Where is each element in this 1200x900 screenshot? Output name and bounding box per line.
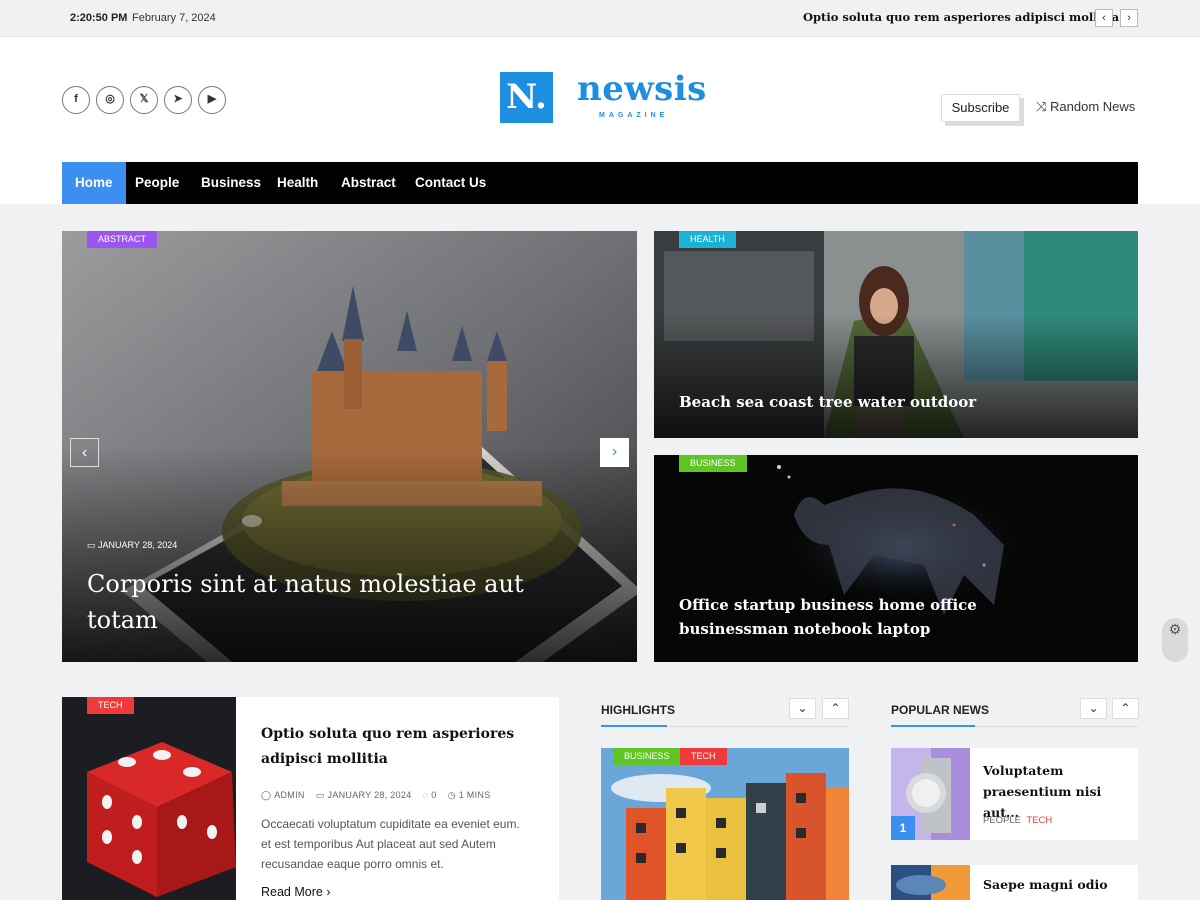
comment-icon: ◌ [422, 790, 429, 800]
youtube-icon[interactable]: ▶ [198, 86, 226, 114]
nav-item-health[interactable]: Health [277, 162, 318, 204]
popular-item[interactable]: Saepe magni odio [891, 865, 1138, 900]
calendar-icon: ▭ [315, 790, 325, 800]
chevron-right-icon: › [611, 443, 618, 460]
random-news-button[interactable]: ⤨ Random News [1036, 99, 1135, 115]
chevron-left-icon: ‹ [81, 444, 88, 461]
red-dice-image [62, 697, 236, 900]
random-news-label: Random News [1050, 99, 1136, 114]
main-nav: Home People Business Health Abstract Con… [62, 162, 1138, 204]
category-badge-health[interactable]: HEALTH [679, 231, 736, 248]
post-title[interactable]: Optio soluta quo rem asperiores adipisci… [261, 722, 531, 772]
popular-up-button[interactable]: ⌃ [1112, 698, 1139, 719]
popular-down-button[interactable]: ⌄ [1080, 698, 1107, 719]
category-badge-tech[interactable]: TECH [680, 748, 727, 765]
highlights-underline [601, 725, 667, 727]
post-date: JANUARY 28, 2024 [327, 790, 412, 800]
chevron-right-icon: › [1127, 12, 1131, 24]
read-time: 1 MINS [458, 790, 491, 800]
featured-main-card[interactable]: ABSTRACT ‹ › ▭ JANUARY 28, 2024 Corporis… [62, 231, 637, 662]
popular-item-tags: PEOPLE TECH [983, 815, 1052, 826]
featured-side-card-2[interactable]: BUSINESS Office startup business home of… [654, 455, 1138, 662]
popular-news-heading: POPULAR NEWS [891, 703, 990, 717]
gear-icon: ⚙ [1168, 621, 1182, 637]
colorful-buildings-image [601, 748, 849, 900]
category-badge-business[interactable]: BUSINESS [679, 455, 747, 472]
post-date: ▭ JANUARY 28, 2024 [87, 540, 178, 550]
chevron-right-icon: › [326, 885, 331, 899]
news-ticker[interactable]: Optio soluta quo rem asperiores adipisci… [803, 10, 1119, 24]
chevron-down-icon: ⌄ [797, 701, 808, 715]
instagram-icon[interactable]: ◎ [96, 86, 124, 114]
x-icon[interactable]: 𝕏 [130, 86, 158, 114]
chevron-up-icon: ⌃ [1120, 701, 1131, 715]
logo-tagline: MAGAZINE [599, 112, 669, 119]
featured-main-title[interactable]: Corporis sint at natus molestiae aut tot… [87, 566, 527, 638]
category-badge-abstract[interactable]: ABSTRACT [87, 231, 158, 248]
featured-side-title-2[interactable]: Office startup business home office busi… [679, 593, 1079, 641]
shuffle-icon: ⤨ [1036, 99, 1047, 114]
highlights-up-button[interactable]: ⌃ [822, 698, 849, 719]
nav-item-people[interactable]: People [135, 162, 179, 204]
highlight-card[interactable]: BUSINESS TECH [601, 748, 849, 900]
site-header: f ◎ 𝕏 ➤ ▶ N. newsis MAGAZINE Subscribe ⤨… [0, 37, 1200, 204]
telegram-icon[interactable]: ➤ [164, 86, 192, 114]
ticker-prev-button[interactable]: ‹ [1095, 9, 1113, 27]
subscribe-button[interactable]: Subscribe [941, 94, 1020, 122]
settings-toggle[interactable]: ⚙ [1162, 618, 1188, 662]
highlights-down-button[interactable]: ⌄ [789, 698, 816, 719]
featured-side-card-1[interactable]: HEALTH Beach sea coast tree water outdoo… [654, 231, 1138, 438]
highlights-heading: HIGHLIGHTS [601, 703, 675, 717]
popular-item[interactable]: 1 Voluptatem praesentium nisi aut... PEO… [891, 748, 1138, 840]
nav-item-business[interactable]: Business [201, 162, 261, 204]
comment-count[interactable]: 0 [431, 790, 436, 800]
post-card: TECH Optio soluta quo rem asperiores adi… [62, 697, 559, 900]
post-meta: ◯ ADMIN ▭ JANUARY 28, 2024 ◌ 0 ◷ 1 MINS [261, 790, 491, 801]
popular-item-title[interactable]: Voluptatem praesentium nisi aut... [983, 760, 1133, 823]
tag-tech[interactable]: TECH [1026, 815, 1052, 826]
facebook-icon[interactable]: f [62, 86, 90, 114]
nav-item-contact-us[interactable]: Contact Us [415, 162, 486, 204]
read-more-link[interactable]: Read More › [261, 885, 331, 899]
category-badge-business[interactable]: BUSINESS [613, 748, 681, 765]
logo-mark[interactable]: N. [500, 72, 553, 123]
category-badge-tech[interactable]: TECH [87, 697, 134, 714]
slider-next-button[interactable]: › [600, 438, 629, 467]
top-bar: 2:20:50 PM February 7, 2024 Optio soluta… [0, 0, 1200, 37]
calendar-icon: ▭ [87, 540, 96, 550]
chevron-down-icon: ⌄ [1088, 701, 1099, 715]
rank-badge: 1 [891, 816, 915, 840]
ticker-next-button[interactable]: › [1120, 9, 1138, 27]
clock-icon: ◷ [447, 790, 456, 800]
post-author[interactable]: ADMIN [274, 790, 305, 800]
thumbnail-image [891, 865, 970, 900]
user-icon: ◯ [261, 790, 272, 800]
logo-name[interactable]: newsis [577, 69, 707, 109]
nav-item-home[interactable]: Home [62, 162, 126, 204]
popular-item-title[interactable]: Saepe magni odio [983, 877, 1108, 892]
featured-side-title-1[interactable]: Beach sea coast tree water outdoor [679, 393, 976, 411]
current-time: 2:20:50 PM [70, 12, 128, 24]
post-excerpt: Occaecati voluptatum cupiditate ea eveni… [261, 817, 520, 871]
popular-news-underline [891, 725, 975, 727]
chevron-up-icon: ⌃ [830, 701, 841, 715]
slider-prev-button[interactable]: ‹ [70, 438, 99, 467]
chevron-left-icon: ‹ [1102, 12, 1106, 24]
nav-item-abstract[interactable]: Abstract [341, 162, 396, 204]
tag-people[interactable]: PEOPLE [983, 815, 1021, 826]
current-date: February 7, 2024 [132, 12, 216, 24]
